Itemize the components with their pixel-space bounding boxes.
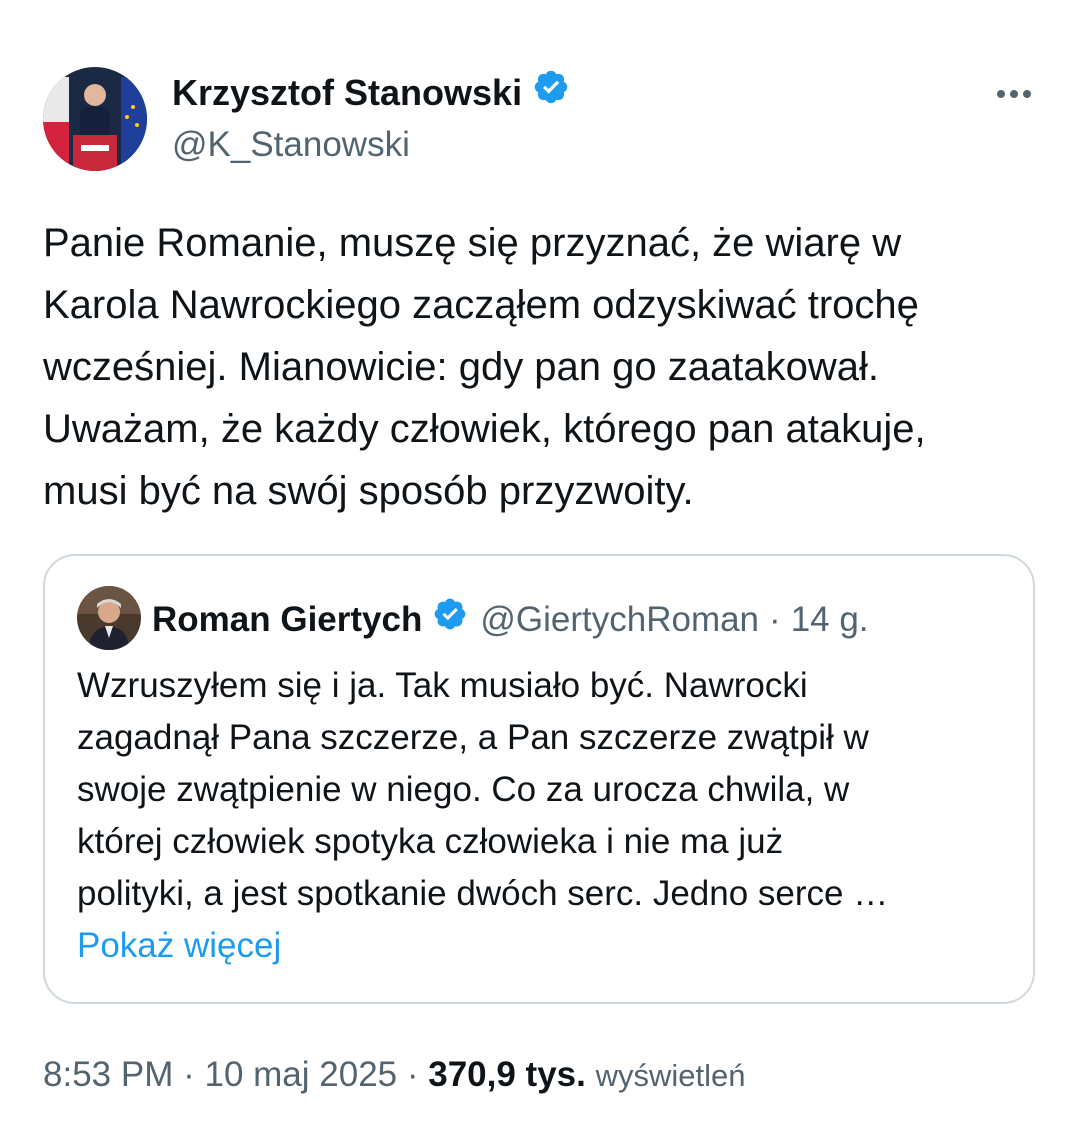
author-handle[interactable]: @K_Stanowski: [172, 121, 410, 169]
author-name[interactable]: Krzysztof Stanowski: [172, 69, 522, 117]
author-name-row[interactable]: Krzysztof Stanowski: [172, 68, 570, 118]
author-avatar[interactable]: [43, 67, 147, 171]
more-options-button[interactable]: [990, 78, 1038, 110]
quote-separator: ·: [769, 600, 781, 639]
quote-timestamp[interactable]: 14 g.: [791, 597, 869, 643]
quoted-tweet-card[interactable]: Roman Giertych @GiertychRoman · 14 g. Wz…: [43, 554, 1035, 1004]
quote-author-avatar-image: [77, 586, 141, 650]
tweet-meta: 8:53 PM · 10 maj 2025 · 370,9 tys. wyświ…: [43, 1050, 746, 1101]
views-label: wyświetleń: [595, 1058, 746, 1093]
verified-badge-icon: [432, 596, 468, 644]
quote-text: Wzruszyłem się i ja. Tak musiało być. Na…: [77, 666, 889, 913]
quote-header: Roman Giertych @GiertychRoman · 14 g.: [152, 596, 869, 644]
meta-separator: ·: [183, 1055, 195, 1094]
tweet-text: Panie Romanie, muszę się przyznać, że wi…: [43, 221, 926, 513]
quote-author-avatar[interactable]: [77, 586, 141, 650]
tweet-date[interactable]: 10 maj 2025: [204, 1055, 397, 1094]
quote-author-handle[interactable]: @GiertychRoman: [480, 597, 759, 643]
more-dots-icon: [997, 90, 1031, 98]
tweet-time[interactable]: 8:53 PM: [43, 1055, 173, 1094]
meta-separator: ·: [406, 1055, 419, 1094]
verified-badge-icon: [532, 68, 570, 118]
views-count: 370,9 tys.: [428, 1055, 586, 1094]
author-avatar-image: [43, 67, 147, 171]
quote-author-name[interactable]: Roman Giertych: [152, 597, 422, 643]
show-more-link[interactable]: Pokaż więcej: [77, 920, 281, 972]
